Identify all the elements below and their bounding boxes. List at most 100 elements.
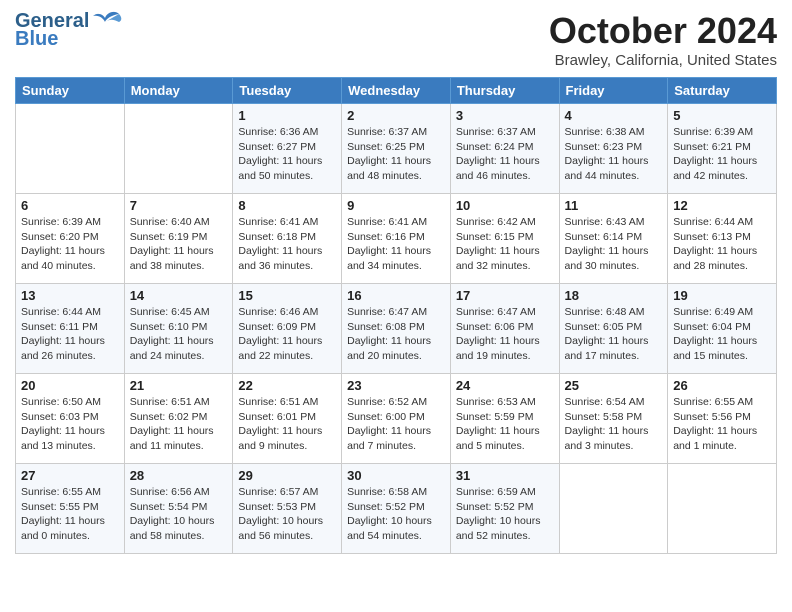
day-number: 15	[238, 288, 336, 303]
day-number: 17	[456, 288, 554, 303]
day-number: 27	[21, 468, 119, 483]
calendar-cell: 7 Sunrise: 6:40 AM Sunset: 6:19 PM Daylig…	[124, 194, 233, 284]
calendar-cell: 9 Sunrise: 6:41 AM Sunset: 6:16 PM Daylig…	[342, 194, 451, 284]
day-number: 29	[238, 468, 336, 483]
cell-info: Sunrise: 6:37 AM Sunset: 6:24 PM Dayligh…	[456, 125, 554, 184]
calendar-cell: 27 Sunrise: 6:55 AM Sunset: 5:55 PM Dayli…	[16, 464, 125, 554]
day-number: 5	[673, 108, 771, 123]
cell-info: Sunrise: 6:39 AM Sunset: 6:21 PM Dayligh…	[673, 125, 771, 184]
cell-info: Sunrise: 6:57 AM Sunset: 5:53 PM Dayligh…	[238, 485, 336, 544]
day-number: 6	[21, 198, 119, 213]
day-number: 23	[347, 378, 445, 393]
logo-blue: Blue	[15, 28, 123, 50]
day-number: 4	[565, 108, 663, 123]
cell-info: Sunrise: 6:37 AM Sunset: 6:25 PM Dayligh…	[347, 125, 445, 184]
cell-info: Sunrise: 6:45 AM Sunset: 6:10 PM Dayligh…	[130, 305, 228, 364]
cell-info: Sunrise: 6:43 AM Sunset: 6:14 PM Dayligh…	[565, 215, 663, 274]
day-number: 26	[673, 378, 771, 393]
day-number: 14	[130, 288, 228, 303]
day-number: 16	[347, 288, 445, 303]
calendar-cell: 10Sunrise: 6:42 AM Sunset: 6:15 PM Dayli…	[450, 194, 559, 284]
header-sunday: Sunday	[16, 78, 125, 104]
cell-info: Sunrise: 6:47 AM Sunset: 6:06 PM Dayligh…	[456, 305, 554, 364]
cell-info: Sunrise: 6:40 AM Sunset: 6:19 PM Dayligh…	[130, 215, 228, 274]
calendar-cell: 29 Sunrise: 6:57 AM Sunset: 5:53 PM Dayli…	[233, 464, 342, 554]
calendar-cell	[668, 464, 777, 554]
cell-info: Sunrise: 6:48 AM Sunset: 6:05 PM Dayligh…	[565, 305, 663, 364]
calendar-cell: 11 Sunrise: 6:43 AM Sunset: 6:14 PM Dayli…	[559, 194, 668, 284]
cell-info: Sunrise: 6:56 AM Sunset: 5:54 PM Dayligh…	[130, 485, 228, 544]
calendar-cell: 20 Sunrise: 6:50 AM Sunset: 6:03 PM Dayli…	[16, 374, 125, 464]
header-wednesday: Wednesday	[342, 78, 451, 104]
day-number: 8	[238, 198, 336, 213]
calendar-cell: 4 Sunrise: 6:38 AM Sunset: 6:23 PM Daylig…	[559, 104, 668, 194]
calendar-cell: 19 Sunrise: 6:49 AM Sunset: 6:04 PM Dayli…	[668, 284, 777, 374]
day-number: 20	[21, 378, 119, 393]
day-number: 28	[130, 468, 228, 483]
cell-info: Sunrise: 6:41 AM Sunset: 6:16 PM Dayligh…	[347, 215, 445, 274]
cell-info: Sunrise: 6:39 AM Sunset: 6:20 PM Dayligh…	[21, 215, 119, 274]
week-row-3: 13 Sunrise: 6:44 AM Sunset: 6:11 PM Dayli…	[16, 284, 777, 374]
cell-info: Sunrise: 6:44 AM Sunset: 6:11 PM Dayligh…	[21, 305, 119, 364]
calendar-cell: 2Sunrise: 6:37 AM Sunset: 6:25 PM Daylig…	[342, 104, 451, 194]
title-area: October 2024 Brawley, California, United…	[549, 10, 777, 69]
header-friday: Friday	[559, 78, 668, 104]
calendar-cell: 8 Sunrise: 6:41 AM Sunset: 6:18 PM Daylig…	[233, 194, 342, 284]
week-row-5: 27 Sunrise: 6:55 AM Sunset: 5:55 PM Dayli…	[16, 464, 777, 554]
page-header: General Blue October 2024 Brawley, Calif…	[15, 10, 777, 69]
day-number: 25	[565, 378, 663, 393]
header-tuesday: Tuesday	[233, 78, 342, 104]
cell-info: Sunrise: 6:58 AM Sunset: 5:52 PM Dayligh…	[347, 485, 445, 544]
day-number: 9	[347, 198, 445, 213]
week-row-1: 1Sunrise: 6:36 AM Sunset: 6:27 PM Daylig…	[16, 104, 777, 194]
cell-info: Sunrise: 6:41 AM Sunset: 6:18 PM Dayligh…	[238, 215, 336, 274]
day-number: 10	[456, 198, 554, 213]
cell-info: Sunrise: 6:59 AM Sunset: 5:52 PM Dayligh…	[456, 485, 554, 544]
calendar-cell: 21Sunrise: 6:51 AM Sunset: 6:02 PM Dayli…	[124, 374, 233, 464]
calendar-cell: 22 Sunrise: 6:51 AM Sunset: 6:01 PM Dayli…	[233, 374, 342, 464]
calendar-table: SundayMondayTuesdayWednesdayThursdayFrid…	[15, 77, 777, 554]
cell-info: Sunrise: 6:49 AM Sunset: 6:04 PM Dayligh…	[673, 305, 771, 364]
cell-info: Sunrise: 6:38 AM Sunset: 6:23 PM Dayligh…	[565, 125, 663, 184]
calendar-cell: 26Sunrise: 6:55 AM Sunset: 5:56 PM Dayli…	[668, 374, 777, 464]
calendar-cell: 1Sunrise: 6:36 AM Sunset: 6:27 PM Daylig…	[233, 104, 342, 194]
calendar-cell: 15Sunrise: 6:46 AM Sunset: 6:09 PM Dayli…	[233, 284, 342, 374]
cell-info: Sunrise: 6:44 AM Sunset: 6:13 PM Dayligh…	[673, 215, 771, 274]
day-number: 22	[238, 378, 336, 393]
day-number: 19	[673, 288, 771, 303]
calendar-cell: 28 Sunrise: 6:56 AM Sunset: 5:54 PM Dayli…	[124, 464, 233, 554]
calendar-cell: 13 Sunrise: 6:44 AM Sunset: 6:11 PM Dayli…	[16, 284, 125, 374]
day-number: 31	[456, 468, 554, 483]
day-number: 11	[565, 198, 663, 213]
week-row-2: 6 Sunrise: 6:39 AM Sunset: 6:20 PM Daylig…	[16, 194, 777, 284]
cell-info: Sunrise: 6:54 AM Sunset: 5:58 PM Dayligh…	[565, 395, 663, 454]
cell-info: Sunrise: 6:55 AM Sunset: 5:55 PM Dayligh…	[21, 485, 119, 544]
location: Brawley, California, United States	[549, 52, 777, 69]
day-number: 3	[456, 108, 554, 123]
calendar-cell: 5 Sunrise: 6:39 AM Sunset: 6:21 PM Daylig…	[668, 104, 777, 194]
calendar-cell	[16, 104, 125, 194]
day-number: 13	[21, 288, 119, 303]
cell-info: Sunrise: 6:53 AM Sunset: 5:59 PM Dayligh…	[456, 395, 554, 454]
header-saturday: Saturday	[668, 78, 777, 104]
day-number: 1	[238, 108, 336, 123]
cell-info: Sunrise: 6:52 AM Sunset: 6:00 PM Dayligh…	[347, 395, 445, 454]
day-number: 24	[456, 378, 554, 393]
header-monday: Monday	[124, 78, 233, 104]
calendar-cell	[559, 464, 668, 554]
calendar-cell: 14 Sunrise: 6:45 AM Sunset: 6:10 PM Dayli…	[124, 284, 233, 374]
day-number: 12	[673, 198, 771, 213]
cell-info: Sunrise: 6:50 AM Sunset: 6:03 PM Dayligh…	[21, 395, 119, 454]
month-title: October 2024	[549, 10, 777, 52]
weekday-header-row: SundayMondayTuesdayWednesdayThursdayFrid…	[16, 78, 777, 104]
day-number: 18	[565, 288, 663, 303]
calendar-cell: 23 Sunrise: 6:52 AM Sunset: 6:00 PM Dayli…	[342, 374, 451, 464]
calendar-cell: 3 Sunrise: 6:37 AM Sunset: 6:24 PM Daylig…	[450, 104, 559, 194]
day-number: 21	[130, 378, 228, 393]
calendar-cell: 31 Sunrise: 6:59 AM Sunset: 5:52 PM Dayli…	[450, 464, 559, 554]
calendar-cell	[124, 104, 233, 194]
cell-info: Sunrise: 6:51 AM Sunset: 6:01 PM Dayligh…	[238, 395, 336, 454]
cell-info: Sunrise: 6:47 AM Sunset: 6:08 PM Dayligh…	[347, 305, 445, 364]
day-number: 7	[130, 198, 228, 213]
week-row-4: 20 Sunrise: 6:50 AM Sunset: 6:03 PM Dayli…	[16, 374, 777, 464]
